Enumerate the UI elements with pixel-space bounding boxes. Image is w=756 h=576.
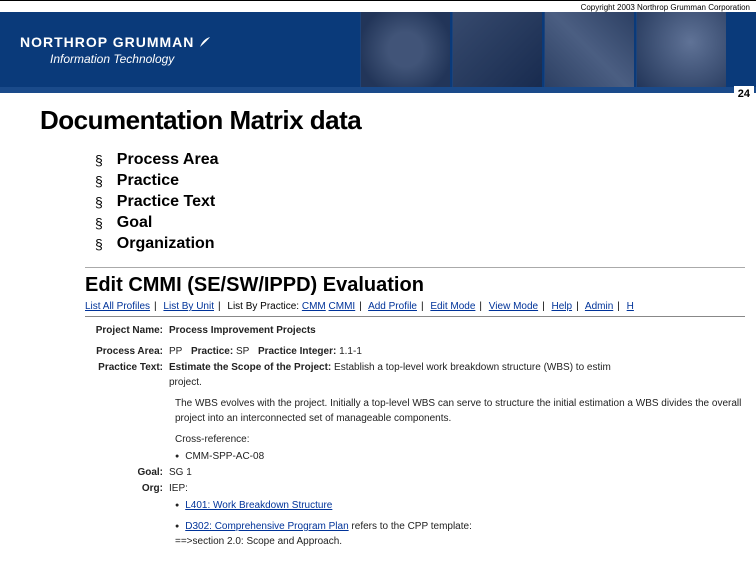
org-tail: refers to the CPP template: bbox=[349, 521, 472, 532]
company-text: NORTHROP GRUMMAN bbox=[20, 34, 194, 50]
org-extra: ==>section 2.0: Scope and Approach. bbox=[175, 534, 745, 549]
practice-label: Practice: bbox=[191, 346, 233, 357]
embedded-screenshot: Edit CMMI (SE/SW/IPPD) Evaluation List A… bbox=[85, 267, 745, 549]
bullet-item: Goal bbox=[95, 214, 756, 232]
practice-text-label: Practice Text: bbox=[85, 360, 169, 390]
banner-decorative-image bbox=[544, 12, 634, 87]
division-name: Information Technology bbox=[50, 52, 212, 66]
process-area: PP bbox=[169, 346, 182, 357]
banner-image-strip bbox=[360, 12, 726, 87]
nav-view-mode[interactable]: View Mode bbox=[489, 301, 538, 312]
company-logo-icon bbox=[198, 35, 212, 49]
bullet-list: Process Area Practice Practice Text Goal… bbox=[0, 151, 756, 253]
bullet-item: Organization bbox=[95, 235, 756, 253]
company-name: NORTHROP GRUMMAN bbox=[20, 34, 212, 50]
practice: SP bbox=[236, 346, 249, 357]
header-banner: NORTHROP GRUMMAN Information Technology bbox=[0, 12, 756, 87]
slide-title: Documentation Matrix data bbox=[0, 93, 756, 148]
nav-list-by-practice-label: List By Practice: bbox=[227, 301, 299, 312]
goal: SG 1 bbox=[169, 465, 745, 480]
bullet-item: Process Area bbox=[95, 151, 756, 169]
crossref-item: CMM-SPP-AC-08 bbox=[175, 449, 745, 464]
goal-label: Goal: bbox=[85, 465, 169, 480]
nav-h[interactable]: H bbox=[627, 301, 634, 312]
nav-admin[interactable]: Admin bbox=[585, 301, 613, 312]
org: IEP: bbox=[169, 481, 745, 496]
copyright-line: Copyright 2003 Northrop Grumman Corporat… bbox=[0, 0, 756, 12]
project-name-label: Project Name: bbox=[85, 323, 169, 338]
banner-decorative-image bbox=[452, 12, 542, 87]
practice-integer-label: Practice Integer: bbox=[258, 346, 336, 357]
practice-text-body: Establish a top-level work breakdown str… bbox=[334, 362, 611, 373]
practice-integer: 1.1-1 bbox=[339, 346, 362, 357]
screenshot-title: Edit CMMI (SE/SW/IPPD) Evaluation bbox=[85, 268, 745, 301]
practice-text-tail: project. bbox=[169, 377, 202, 388]
nav-help[interactable]: Help bbox=[551, 301, 572, 312]
process-area-label: Process Area: bbox=[85, 344, 169, 359]
bullet-item: Practice bbox=[95, 172, 756, 190]
org-link-d302[interactable]: D302: Comprehensive Program Plan bbox=[185, 521, 348, 532]
page-number: 24 bbox=[734, 86, 754, 102]
project-name: Process Improvement Projects bbox=[169, 325, 316, 336]
nav-list-by-unit[interactable]: List By Unit bbox=[163, 301, 214, 312]
practice-paragraph: The WBS evolves with the project. Initia… bbox=[175, 396, 745, 426]
nav-cmmi[interactable]: CMMI bbox=[329, 301, 356, 312]
org-link-l401[interactable]: L401: Work Breakdown Structure bbox=[185, 498, 332, 513]
nav-cmm[interactable]: CMM bbox=[302, 301, 326, 312]
banner-decorative-image bbox=[360, 12, 450, 87]
nav-add-profile[interactable]: Add Profile bbox=[368, 301, 417, 312]
practice-text-title: Estimate the Scope of the Project: bbox=[169, 362, 331, 373]
nav-edit-mode[interactable]: Edit Mode bbox=[430, 301, 475, 312]
banner-decorative-image bbox=[636, 12, 726, 87]
crossref-label: Cross-reference: bbox=[175, 434, 249, 445]
screenshot-nav: List All Profiles| List By Unit| List By… bbox=[85, 301, 745, 317]
nav-list-all-profiles[interactable]: List All Profiles bbox=[85, 301, 150, 312]
bullet-item: Practice Text bbox=[95, 193, 756, 211]
org-label: Org: bbox=[85, 481, 169, 496]
